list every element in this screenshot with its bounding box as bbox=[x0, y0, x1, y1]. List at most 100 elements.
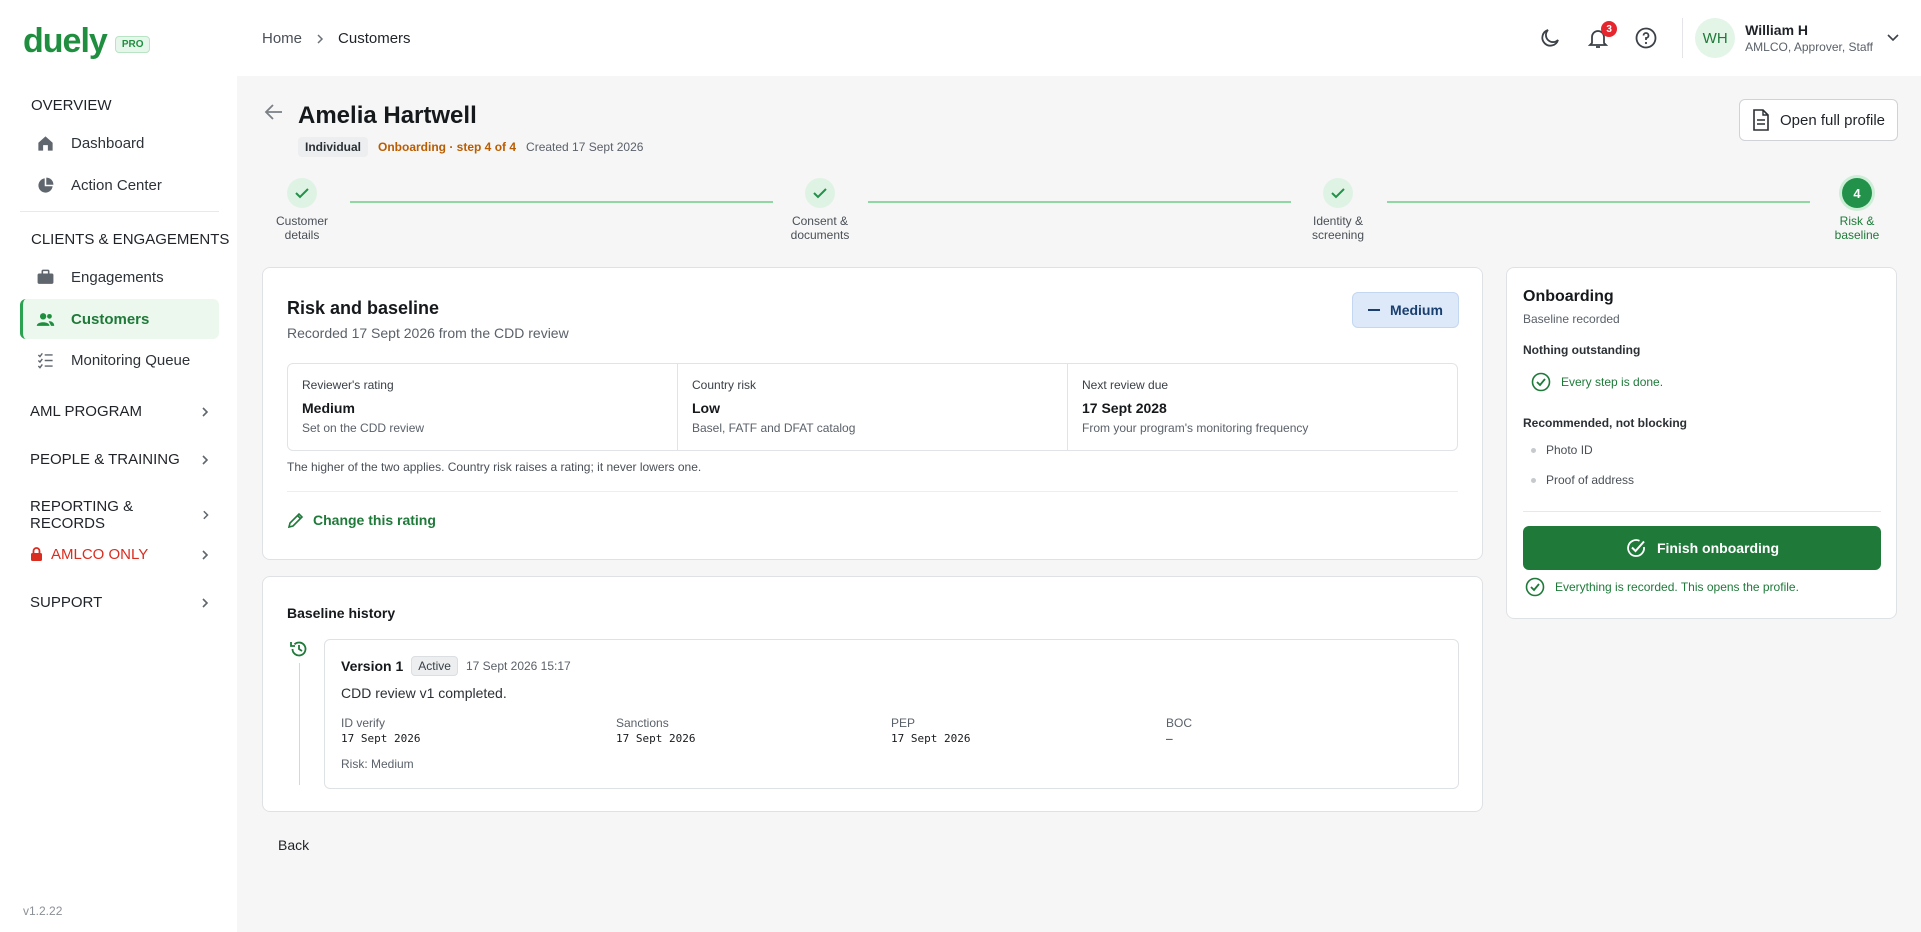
outstanding-ok: Every step is done. bbox=[1531, 372, 1663, 392]
moon-icon[interactable] bbox=[1538, 26, 1562, 50]
check-circle-icon bbox=[1525, 577, 1545, 597]
check-value: 17 Sept 2026 bbox=[616, 732, 696, 745]
sidebar-item-label: Action Center bbox=[71, 176, 162, 194]
step-complete-circle bbox=[1323, 178, 1353, 208]
metric-next-review: Next review due 17 Sept 2028 From your p… bbox=[1068, 364, 1457, 450]
step-label-line: Risk & bbox=[1839, 214, 1875, 228]
version-header: Version 1 Active 17 Sept 2026 15:17 bbox=[341, 656, 571, 676]
nav-group-people-training[interactable]: PEOPLE & TRAINING bbox=[30, 451, 210, 468]
version-name: Version 1 bbox=[341, 658, 404, 674]
sidebar-item-action-center[interactable]: Action Center bbox=[20, 165, 219, 205]
risk-rating-label: Medium bbox=[1390, 302, 1443, 318]
metric-value: Medium bbox=[302, 400, 355, 416]
onboarding-subtitle: Baseline recorded bbox=[1523, 312, 1620, 326]
stepper-connector bbox=[1387, 201, 1810, 203]
check-value: 17 Sept 2026 bbox=[891, 732, 971, 745]
step-label: Customer details bbox=[262, 214, 342, 243]
chevron-right-icon bbox=[202, 597, 209, 608]
risk-card-title: Risk and baseline bbox=[287, 298, 440, 318]
metric-label: Next review due bbox=[1082, 378, 1169, 392]
step-customer-details[interactable]: Customer details bbox=[262, 178, 342, 243]
list-check-icon bbox=[37, 352, 53, 369]
nav-divider bbox=[20, 211, 219, 212]
check-icon bbox=[1331, 188, 1345, 199]
logo-wordmark: duely bbox=[23, 22, 108, 60]
check-boc: BOC — bbox=[1166, 716, 1441, 745]
metric-subtext: Basel, FATF and DFAT catalog bbox=[692, 421, 856, 435]
change-rating-link[interactable]: Change this rating bbox=[287, 511, 436, 529]
step-identity-screening[interactable]: Identity & screening bbox=[1298, 178, 1378, 243]
nav-group-support[interactable]: SUPPORT bbox=[30, 594, 210, 611]
open-full-profile-button[interactable]: Open full profile bbox=[1739, 99, 1898, 141]
bullet-icon bbox=[1531, 477, 1536, 483]
chevron-right-icon bbox=[202, 549, 209, 560]
breadcrumb-home[interactable]: Home bbox=[262, 30, 302, 47]
app-version: v1.2.22 bbox=[23, 904, 63, 918]
step-complete-circle bbox=[287, 178, 317, 208]
topbar: Home Customers 3 WH William H AMLCO, App… bbox=[237, 0, 1921, 76]
sidebar-item-customers[interactable]: Customers bbox=[20, 299, 219, 339]
sidebar-item-engagements[interactable]: Engagements bbox=[20, 257, 219, 297]
step-risk-baseline[interactable]: 4 Risk & baseline bbox=[1817, 178, 1897, 243]
nav-group-aml-program[interactable]: AML PROGRAM bbox=[30, 403, 210, 420]
check-id-verify: ID verify 17 Sept 2026 bbox=[341, 716, 616, 745]
users-icon bbox=[36, 312, 55, 326]
step-label-line: documents bbox=[790, 227, 850, 242]
check-label: BOC bbox=[1166, 716, 1193, 730]
metric-subtext: Set on the CDD review bbox=[302, 421, 425, 435]
timeline-line bbox=[299, 663, 300, 785]
step-consent-documents[interactable]: Consent & documents bbox=[780, 178, 860, 243]
back-arrow-icon[interactable] bbox=[264, 103, 284, 121]
finish-onboarding-button[interactable]: Finish onboarding bbox=[1523, 526, 1881, 570]
avatar: WH bbox=[1695, 18, 1736, 58]
step-label-line: baseline bbox=[1834, 227, 1880, 242]
logo[interactable]: duely PRO bbox=[23, 22, 151, 61]
stepper-connector bbox=[350, 201, 773, 203]
divider bbox=[287, 491, 1458, 492]
sidebar-item-monitoring-queue[interactable]: Monitoring Queue bbox=[20, 340, 219, 380]
nav-group-label: AML PROGRAM bbox=[30, 403, 142, 420]
help-icon[interactable] bbox=[1634, 26, 1658, 50]
finish-onboarding-label: Finish onboarding bbox=[1656, 540, 1780, 556]
recommended-item: Photo ID bbox=[1531, 443, 1593, 457]
nav-group-amlco-only[interactable]: AMLCO ONLY bbox=[30, 546, 210, 563]
onboarding-footer-label: Everything is recorded. This opens the p… bbox=[1555, 580, 1799, 594]
onboarding-panel: Onboarding Baseline recorded Nothing out… bbox=[1506, 267, 1897, 619]
check-icon bbox=[813, 188, 827, 199]
onboarding-footer: Everything is recorded. This opens the p… bbox=[1525, 577, 1799, 597]
sidebar-item-label: Dashboard bbox=[71, 134, 145, 152]
topbar-actions: 3 WH William H AMLCO, Approver, Staff bbox=[1538, 18, 1921, 58]
history-card-title: Baseline history bbox=[287, 605, 396, 621]
metric-value: 17 Sept 2028 bbox=[1082, 400, 1167, 416]
user-name: William H bbox=[1745, 22, 1809, 38]
recommended-heading: Recommended, not blocking bbox=[1523, 416, 1688, 430]
sidebar-item-dashboard[interactable]: Dashboard bbox=[20, 123, 219, 163]
version-risk: Risk: Medium bbox=[341, 757, 414, 771]
version-entry: Version 1 Active 17 Sept 2026 15:17 CDD … bbox=[324, 639, 1459, 789]
step-label-line: Consent & bbox=[791, 214, 849, 228]
metric-reviewer-rating: Reviewer's rating Medium Set on the CDD … bbox=[288, 364, 678, 450]
sidebar-item-label: Engagements bbox=[71, 268, 164, 286]
step-label-line: Identity & bbox=[1312, 214, 1364, 228]
step-label: Consent & documents bbox=[780, 214, 860, 243]
step-label-line: Customer bbox=[275, 214, 328, 228]
history-icon bbox=[290, 641, 307, 657]
notifications-button[interactable]: 3 bbox=[1586, 21, 1618, 50]
nav-section-clients: CLIENTS & ENGAGEMENTS bbox=[31, 231, 230, 248]
change-rating-label: Change this rating bbox=[313, 512, 436, 528]
plan-badge: PRO bbox=[114, 36, 151, 53]
nav-group-reporting-records[interactable]: REPORTING & RECORDS bbox=[30, 498, 210, 532]
step-label-line: details bbox=[284, 227, 320, 242]
back-link[interactable]: Back bbox=[278, 837, 309, 853]
nav-group-label: SUPPORT bbox=[30, 594, 103, 611]
check-pep: PEP 17 Sept 2026 bbox=[891, 716, 1166, 745]
sidebar-item-label: Customers bbox=[71, 310, 150, 328]
user-menu[interactable]: WH William H AMLCO, Approver, Staff bbox=[1682, 18, 1921, 58]
check-label: Sanctions bbox=[616, 716, 669, 730]
outstanding-heading: Nothing outstanding bbox=[1523, 343, 1641, 357]
chevron-right-icon bbox=[202, 406, 209, 417]
user-info: William H AMLCO, Approver, Staff bbox=[1745, 22, 1873, 54]
document-icon bbox=[1753, 109, 1769, 131]
lock-icon bbox=[31, 547, 42, 561]
recommended-item-label: Proof of address bbox=[1546, 473, 1635, 487]
